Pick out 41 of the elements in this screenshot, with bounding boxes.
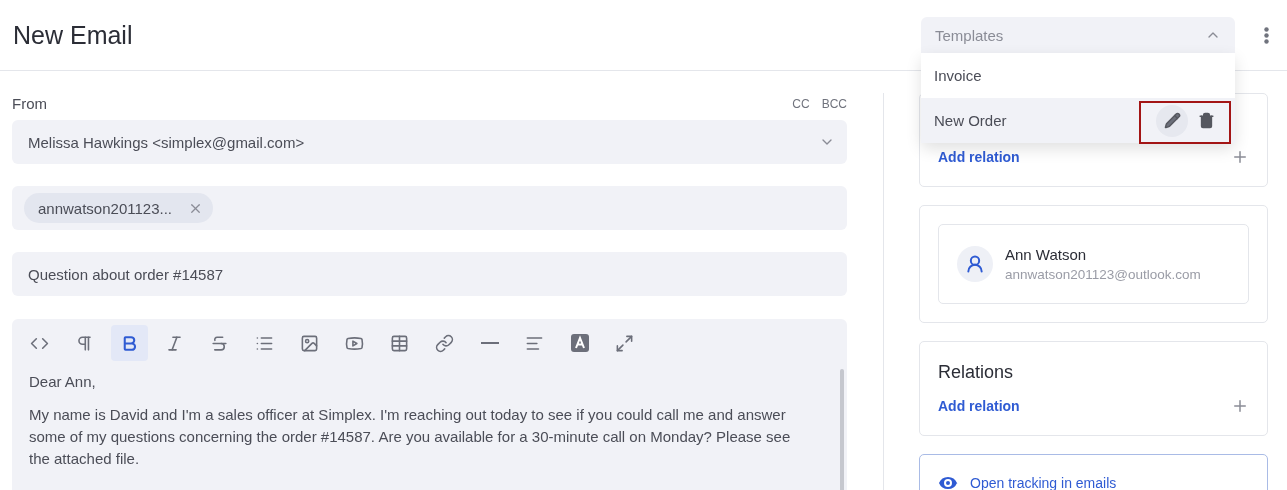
message-paragraph: Dear Ann, bbox=[29, 372, 97, 392]
message-editor[interactable] bbox=[12, 319, 847, 490]
text-color-icon bbox=[570, 334, 589, 352]
image-icon bbox=[300, 333, 319, 353]
contact-item[interactable]: Ann Watson annwatson201123@outlook.com bbox=[938, 224, 1249, 304]
rule-icon bbox=[480, 342, 499, 344]
scrollbar[interactable] bbox=[840, 369, 844, 490]
from-select[interactable]: Melissa Hawkings <simplex@gmail.com> bbox=[12, 120, 847, 164]
card-title: Relations bbox=[938, 362, 1015, 383]
pencil-icon bbox=[1163, 112, 1181, 129]
menu-item-label: New Order bbox=[934, 112, 1007, 129]
edit-button[interactable] bbox=[1156, 104, 1188, 137]
italic-icon bbox=[165, 333, 184, 353]
more-icon bbox=[1264, 26, 1269, 44]
cc-link[interactable]: CC bbox=[792, 97, 810, 111]
fullscreen-icon bbox=[615, 333, 634, 353]
bold-button[interactable] bbox=[111, 325, 148, 361]
recipients-field[interactable]: annwatson201123... bbox=[12, 186, 847, 230]
link-icon bbox=[435, 333, 454, 353]
strike-icon bbox=[210, 333, 229, 353]
add-button[interactable] bbox=[1231, 148, 1249, 166]
avatar bbox=[957, 246, 993, 282]
more-button[interactable] bbox=[1264, 26, 1269, 44]
add-relation-link[interactable]: Add relation bbox=[938, 149, 1020, 165]
trash-icon bbox=[1197, 112, 1215, 129]
add-relation-link[interactable]: Add relation bbox=[938, 398, 1020, 414]
menu-item-label: Invoice bbox=[934, 67, 982, 84]
contact-email: annwatson201123@outlook.com bbox=[1005, 267, 1201, 282]
table-icon bbox=[390, 333, 409, 353]
message-paragraph: My name is David and I'm a sales officer at Simplex. I'm reaching out today to see if you could call me and answer some of my questions concerning the order #14587. Are you available for a 30-minute call on Monday? Please see the attached file. bbox=[29, 405, 792, 469]
menu-item[interactable]: Invoice bbox=[921, 53, 1235, 98]
bcc-link[interactable]: BCC bbox=[821, 97, 847, 111]
from-label: From bbox=[12, 94, 47, 112]
add-button[interactable] bbox=[1231, 397, 1249, 415]
page-title: New Email bbox=[13, 20, 134, 50]
subject-field[interactable]: Question about order #14587 bbox=[12, 252, 847, 296]
tracking-link[interactable]: Open tracking in emails bbox=[936, 471, 1251, 490]
contact-name: Ann Watson bbox=[1005, 246, 1088, 263]
recipient-chip: annwatson201123... bbox=[24, 193, 213, 223]
paragraph-icon bbox=[75, 333, 94, 353]
menu-item[interactable]: New Order bbox=[921, 98, 1235, 143]
